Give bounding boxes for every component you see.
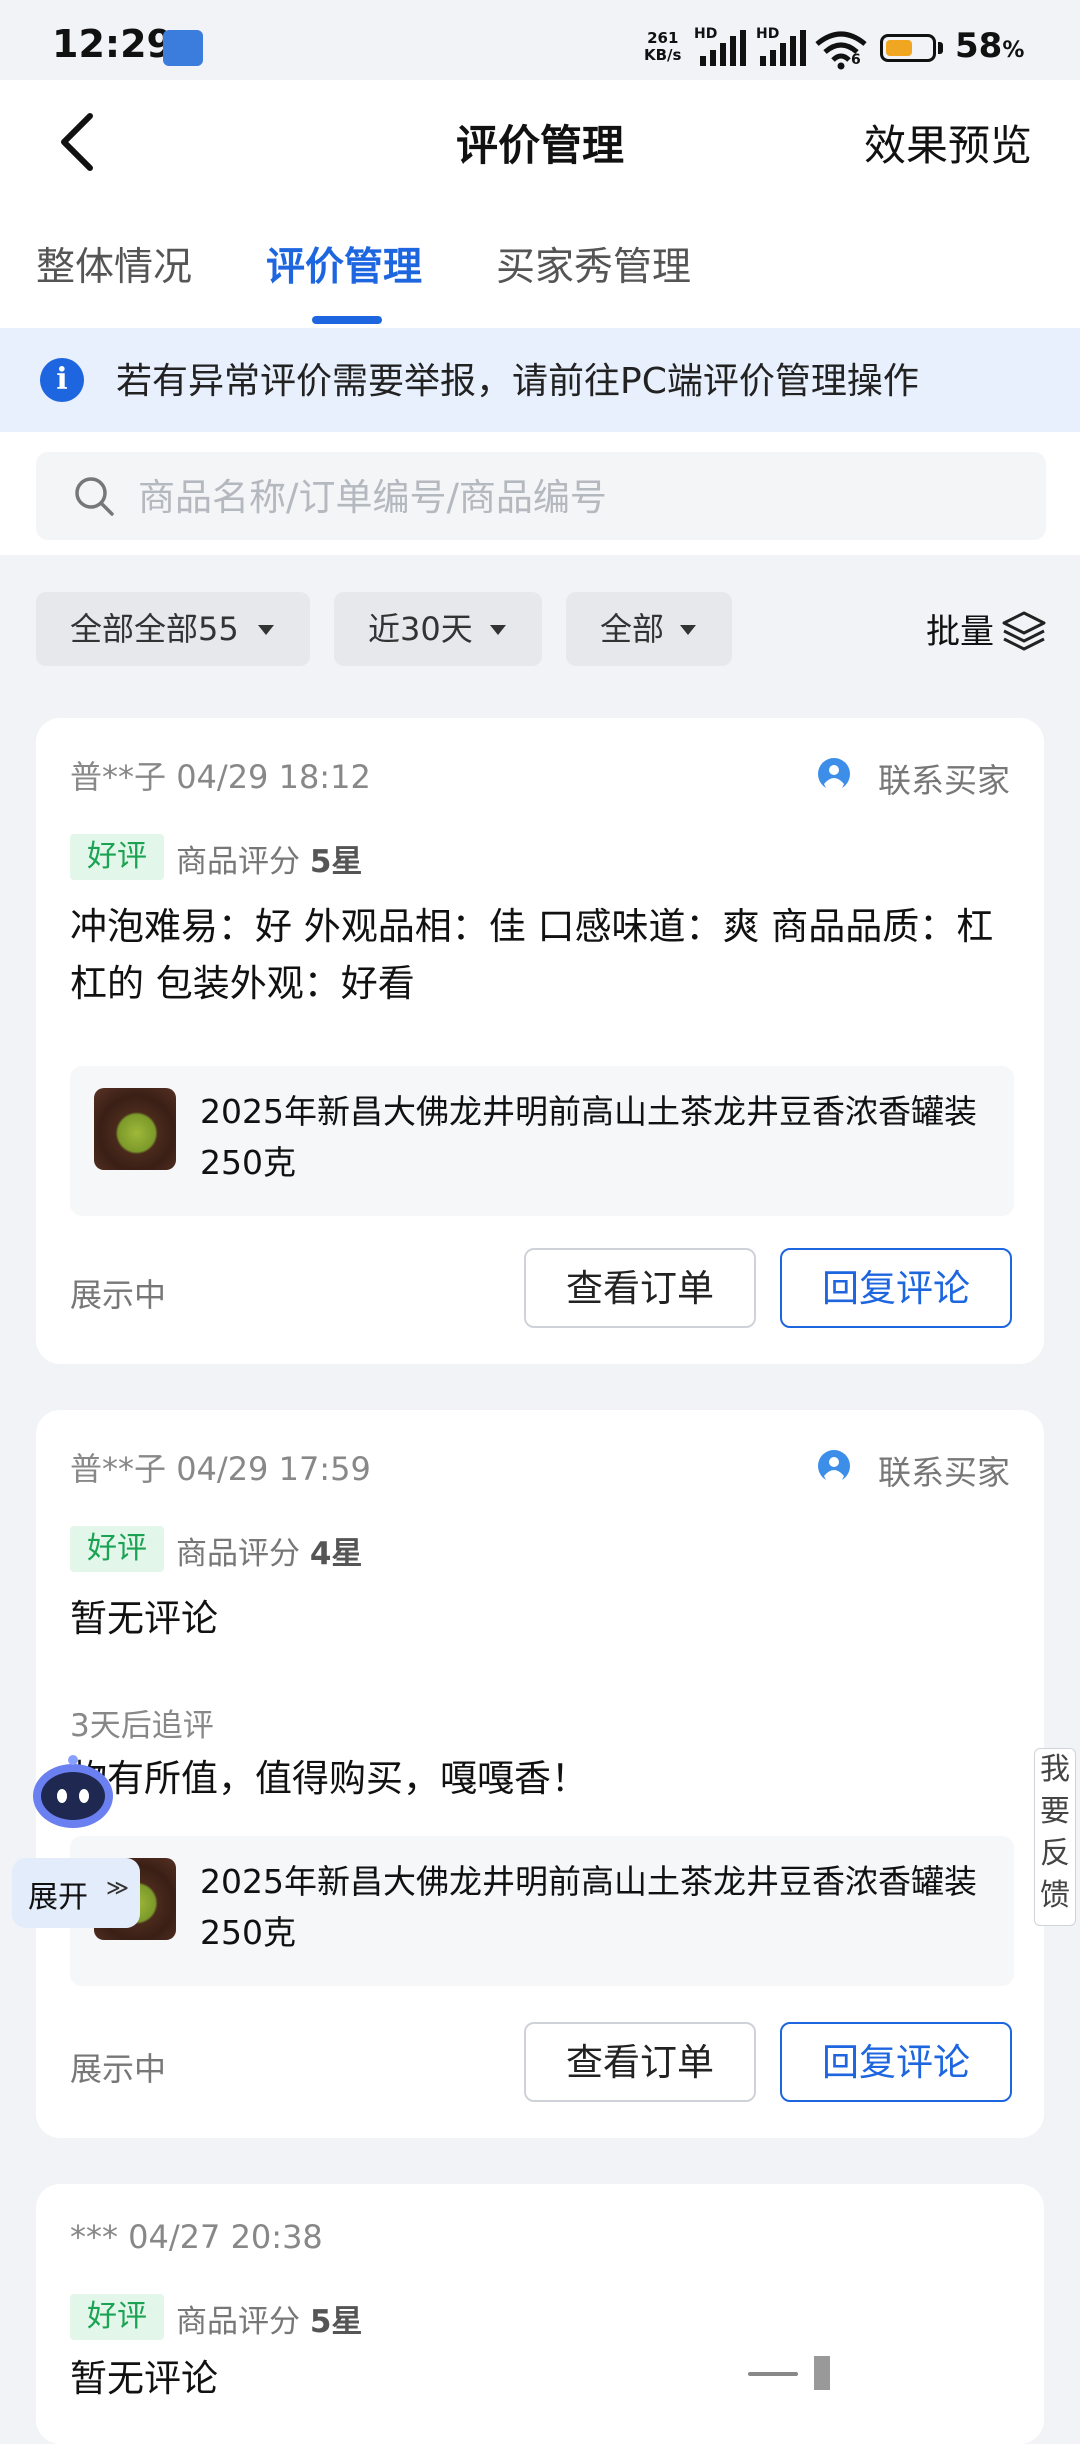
- product-name: 2025年新昌大佛龙井明前高山土茶龙井豆香浓香罐装250克: [200, 1862, 977, 1952]
- view-order-button[interactable]: 查看订单: [524, 1248, 756, 1328]
- feedback-button[interactable]: 我要反馈: [1034, 1748, 1076, 1926]
- search-icon: [75, 477, 114, 516]
- chevron-down-icon: [680, 625, 696, 635]
- positive-review-tag: 好评: [70, 2294, 164, 2340]
- info-icon: i: [40, 358, 84, 402]
- expand-label: 展开: [28, 1880, 88, 1915]
- rating-stars: 5星: [309, 844, 363, 880]
- rating-stars: 5星: [309, 2304, 363, 2340]
- wifi-label: 6: [851, 52, 861, 68]
- contact-buyer-icon[interactable]: [814, 756, 854, 796]
- battery-percent: 58%: [955, 26, 1025, 66]
- filter-period-label: 近30天: [368, 610, 473, 648]
- chevron-down-icon: [258, 625, 274, 635]
- followup-comment: 物有所值，值得购买，嘎嘎香！: [70, 1757, 588, 1800]
- contact-buyer-icon[interactable]: [814, 1448, 854, 1488]
- review-datetime: 04/29 18:12: [176, 758, 371, 796]
- review-comment: 暂无评论: [70, 1597, 218, 1640]
- notice-banner: i 若有异常评价需要举报，请前往PC端评价管理操作: [0, 328, 1080, 432]
- positive-review-tag: 好评: [70, 834, 164, 880]
- review-comment: 冲泡难易：好 外观品相：佳 口感味道：爽 商品品质：杠杠的 包装外观：好看: [70, 905, 994, 1005]
- battery-icon: [880, 34, 936, 62]
- filter-type[interactable]: 全部全部55: [36, 592, 310, 666]
- gesture-bar: [814, 2356, 830, 2390]
- filter-status-label: 全部: [600, 610, 665, 648]
- preview-button[interactable]: 效果预览: [864, 112, 1032, 173]
- filter-status[interactable]: 全部: [566, 592, 732, 666]
- buyer-name: ***: [70, 2218, 118, 2256]
- reply-comment-button[interactable]: 回复评论: [780, 1248, 1012, 1328]
- product-rating: 商品评分 5星: [176, 2304, 363, 2340]
- tab-active-indicator: [312, 316, 382, 324]
- scroll-indicator: [748, 2372, 798, 2376]
- product-item[interactable]: 2025年新昌大佛龙井明前高山土茶龙井豆香浓香罐装250克: [70, 1836, 1014, 1986]
- product-thumbnail: [94, 1088, 176, 1170]
- app-notification-icon: [163, 30, 203, 66]
- tab-review-management[interactable]: 评价管理: [266, 236, 422, 292]
- network-speed-unit: KB/s: [644, 46, 682, 64]
- battery-level: [886, 40, 912, 56]
- notice-text: 若有异常评价需要举报，请前往PC端评价管理操作: [116, 361, 919, 402]
- review-meta: 普**子 04/29 18:12: [70, 752, 371, 798]
- product-name: 2025年新昌大佛龙井明前高山土茶龙井豆香浓香罐装250克: [200, 1092, 977, 1182]
- tab-overview[interactable]: 整体情况: [36, 236, 192, 292]
- status-time: 12:29: [52, 22, 173, 66]
- signal-icon: [700, 30, 746, 66]
- contact-buyer-link[interactable]: 联系买家: [878, 754, 1010, 802]
- display-status: 展示中: [70, 2050, 167, 2088]
- battery-tip: [938, 42, 943, 54]
- review-card: 普**子 04/29 18:12 联系买家 好评 商品评分 5星 冲泡难易：好 …: [36, 718, 1044, 1364]
- assistant-bot-icon[interactable]: [30, 1752, 116, 1832]
- product-item[interactable]: 2025年新昌大佛龙井明前高山土茶龙井豆香浓香罐装250克: [70, 1066, 1014, 1216]
- reply-comment-button[interactable]: 回复评论: [780, 2022, 1012, 2102]
- buyer-name: 普**子: [70, 1450, 167, 1488]
- review-card: 普**子 04/29 17:59 联系买家 好评 商品评分 4星 暂无评论 3天…: [36, 1410, 1044, 2138]
- network-speed: 261 KB/s: [644, 30, 681, 64]
- display-status: 展示中: [70, 1276, 167, 1314]
- chevron-down-icon: ≫: [106, 1876, 130, 1901]
- review-meta: *** 04/27 20:38: [70, 2218, 323, 2256]
- review-comment: 暂无评论: [70, 2357, 218, 2400]
- buyer-name: 普**子: [70, 758, 167, 796]
- view-order-button[interactable]: 查看订单: [524, 2022, 756, 2102]
- review-card: *** 04/27 20:38 好评 商品评分 5星 暂无评论: [36, 2184, 1044, 2444]
- batch-button[interactable]: 批量: [926, 604, 994, 653]
- rating-stars: 4星: [309, 1536, 363, 1572]
- network-speed-value: 261: [647, 29, 679, 47]
- search-input[interactable]: [136, 452, 1020, 542]
- layers-icon[interactable]: [1000, 607, 1048, 655]
- tab-buyer-show[interactable]: 买家秀管理: [496, 236, 691, 292]
- review-meta: 普**子 04/29 17:59: [70, 1444, 371, 1490]
- review-datetime: 04/29 17:59: [176, 1450, 371, 1488]
- expand-button[interactable]: 展开 ≫: [12, 1858, 140, 1928]
- filter-type-label: 全部全部55: [70, 610, 239, 648]
- followup-label: 3天后追评: [70, 1708, 214, 1744]
- review-datetime: 04/27 20:38: [128, 2218, 323, 2256]
- product-rating: 商品评分 5星: [176, 844, 363, 880]
- positive-review-tag: 好评: [70, 1526, 164, 1572]
- status-bar: 12:29 261 KB/s HD HD 6 58%: [0, 0, 1080, 80]
- search-bar: [36, 452, 1046, 542]
- product-rating: 商品评分 4星: [176, 1536, 363, 1572]
- filter-period[interactable]: 近30天: [334, 592, 542, 666]
- contact-buyer-link[interactable]: 联系买家: [878, 1446, 1010, 1494]
- signal-icon-2: [760, 30, 806, 66]
- chevron-down-icon: [490, 625, 506, 635]
